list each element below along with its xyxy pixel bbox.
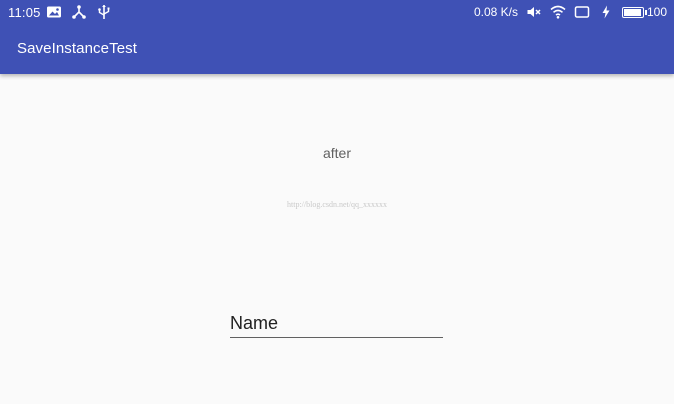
charging-icon [598, 4, 614, 20]
image-icon [46, 4, 62, 20]
battery-icon [621, 6, 647, 18]
status-bar: 11:05 0.08 K/s 100 [0, 0, 674, 26]
app-title: SaveInstanceTest [17, 40, 138, 57]
name-input[interactable] [230, 310, 443, 338]
app-bar: 11:05 0.08 K/s 100 SaveInstanceTest [0, 0, 674, 74]
watermark: http://blog.csdn.net/qq_xxxxxx [287, 200, 387, 209]
screen-icon [574, 4, 590, 20]
wifi-icon [550, 4, 566, 20]
network-speed: 0.08 K/s [473, 5, 518, 19]
usb-icon [96, 4, 112, 20]
status-right: 0.08 K/s 100 [474, 4, 667, 20]
battery-fill [623, 8, 641, 16]
battery: 100 [621, 5, 667, 19]
status-time: 11:05 [8, 5, 41, 20]
share-icon [71, 4, 87, 20]
content-text: after [322, 145, 351, 161]
status-left-icons [46, 4, 112, 20]
battery-level: 100 [646, 5, 667, 19]
screen: 11:05 0.08 K/s 100 SaveInstanceTest afte… [0, 0, 674, 404]
mute-icon [526, 4, 542, 20]
